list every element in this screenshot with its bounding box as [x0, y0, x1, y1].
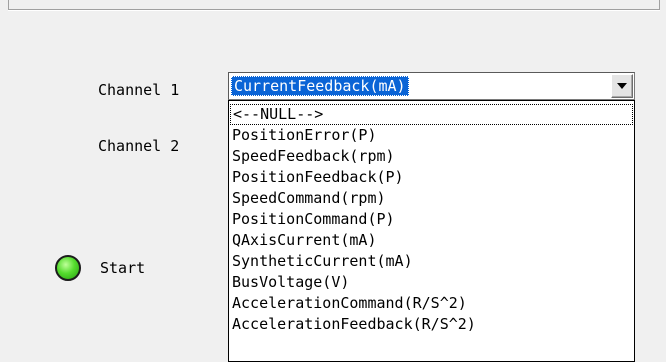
channel-2-label: Channel 2 [98, 137, 180, 155]
dropdown-option-null[interactable]: <--NULL--> [230, 104, 633, 125]
channel-1-select[interactable]: CurrentFeedback(mA) [228, 72, 635, 100]
dropdown-option-speed-command[interactable]: SpeedCommand(rpm) [229, 188, 634, 209]
start-label: Start [100, 259, 146, 277]
dropdown-option-position-feedback[interactable]: PositionFeedback(P) [229, 167, 634, 188]
channel-1-dropdown-list: <--NULL--> PositionError(P) SpeedFeedbac… [228, 100, 635, 362]
channel-1-label: Channel 1 [98, 81, 180, 99]
dropdown-option-acceleration-command[interactable]: AccelerationCommand(R/S^2) [229, 293, 634, 314]
chevron-down-icon [617, 83, 627, 89]
led-indicator-icon [55, 255, 81, 281]
dropdown-option-bus-voltage[interactable]: BusVoltage(V) [229, 272, 634, 293]
channel-1-selected-value: CurrentFeedback(mA) [231, 76, 409, 96]
dropdown-option-synthetic-current[interactable]: SyntheticCurrent(mA) [229, 251, 634, 272]
dropdown-option-acceleration-feedback[interactable]: AccelerationFeedback(R/S^2) [229, 314, 634, 335]
dropdown-option-q-axis-current[interactable]: QAxisCurrent(mA) [229, 230, 634, 251]
group-box-frame [8, 0, 660, 10]
dropdown-button[interactable] [611, 74, 633, 98]
dropdown-option-speed-feedback[interactable]: SpeedFeedback(rpm) [229, 146, 634, 167]
dropdown-option-position-error[interactable]: PositionError(P) [229, 125, 634, 146]
dropdown-option-position-command[interactable]: PositionCommand(P) [229, 209, 634, 230]
